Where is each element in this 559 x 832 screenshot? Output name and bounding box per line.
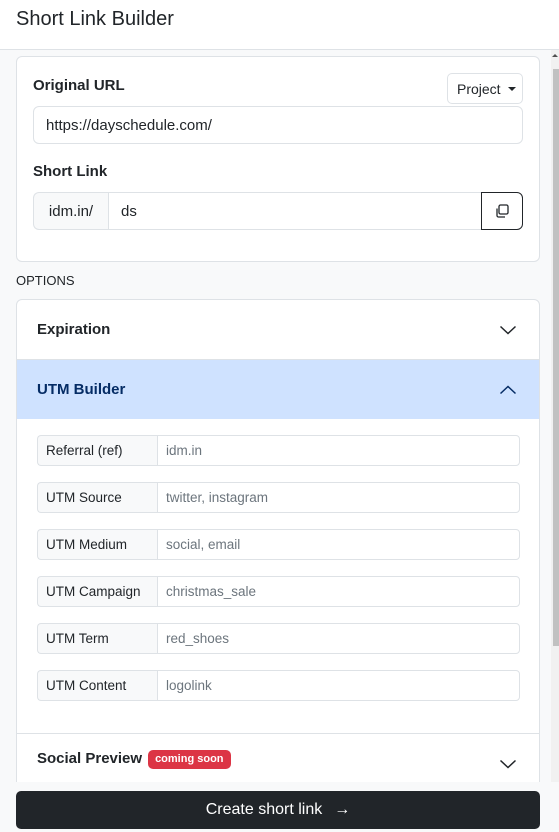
- copy-button[interactable]: [481, 192, 523, 230]
- chevron-down-icon: [499, 759, 517, 769]
- utm-input-campaign[interactable]: [157, 576, 520, 607]
- create-short-link-label: Create short link: [205, 801, 323, 818]
- utm-input-term[interactable]: [157, 623, 520, 654]
- original-url-label: Original URL: [33, 77, 125, 94]
- utm-label-term: UTM Term: [37, 623, 157, 654]
- utm-label-content: UTM Content: [37, 670, 157, 701]
- page-title: Short Link Builder: [16, 8, 174, 30]
- project-dropdown[interactable]: Project: [447, 73, 523, 104]
- original-url-input[interactable]: [33, 106, 523, 144]
- section-utm-builder[interactable]: UTM Builder: [17, 360, 539, 419]
- section-expiration[interactable]: Expiration: [17, 300, 539, 359]
- utm-label-referral: Referral (ref): [37, 435, 157, 466]
- utm-row-referral: Referral (ref): [37, 435, 520, 466]
- utm-input-content[interactable]: [157, 670, 520, 701]
- utm-row-medium: UTM Medium: [37, 529, 520, 560]
- chevron-up-icon: [499, 384, 517, 394]
- caret-down-icon: [507, 86, 516, 91]
- short-link-prefix: idm.in/: [33, 192, 108, 230]
- arrow-right-icon: →: [334, 801, 351, 818]
- utm-row-source: UTM Source: [37, 482, 520, 513]
- scrollbar[interactable]: [551, 50, 559, 782]
- section-expiration-title: Expiration: [37, 321, 111, 338]
- create-short-link-button[interactable]: Create short link →: [16, 791, 540, 829]
- utm-input-source[interactable]: [157, 482, 520, 513]
- coming-soon-badge: coming soon: [148, 750, 231, 770]
- scrollbar-thumb[interactable]: [553, 69, 559, 646]
- page-header: Short Link Builder: [0, 0, 559, 50]
- project-dropdown-label: Project: [457, 80, 501, 97]
- utm-input-medium[interactable]: [157, 529, 520, 560]
- utm-label-source: UTM Source: [37, 482, 157, 513]
- section-social-preview[interactable]: Social Preview coming soon: [17, 734, 539, 782]
- copy-icon: [496, 204, 509, 218]
- short-link-group: idm.in/: [33, 192, 523, 230]
- utm-row-term: UTM Term: [37, 623, 520, 654]
- short-link-input[interactable]: [108, 192, 481, 230]
- utm-label-campaign: UTM Campaign: [37, 576, 157, 607]
- utm-row-campaign: UTM Campaign: [37, 576, 520, 607]
- short-link-label: Short Link: [33, 163, 108, 180]
- utm-row-content: UTM Content: [37, 670, 520, 701]
- link-card: Original URL Project Short Link idm.in/: [16, 56, 540, 262]
- utm-label-medium: UTM Medium: [37, 529, 157, 560]
- options-label: OPTIONS: [16, 273, 75, 288]
- scroll-area: Original URL Project Short Link idm.in/ …: [0, 50, 551, 782]
- section-utm-builder-title: UTM Builder: [37, 381, 126, 398]
- section-social-preview-title: Social Preview: [37, 750, 143, 767]
- chevron-down-icon: [499, 325, 517, 335]
- scroll-up-arrow-icon[interactable]: [552, 54, 558, 57]
- utm-input-referral[interactable]: [157, 435, 520, 466]
- options-accordion: Expiration UTM Builder Referral (ref) UT…: [16, 299, 540, 782]
